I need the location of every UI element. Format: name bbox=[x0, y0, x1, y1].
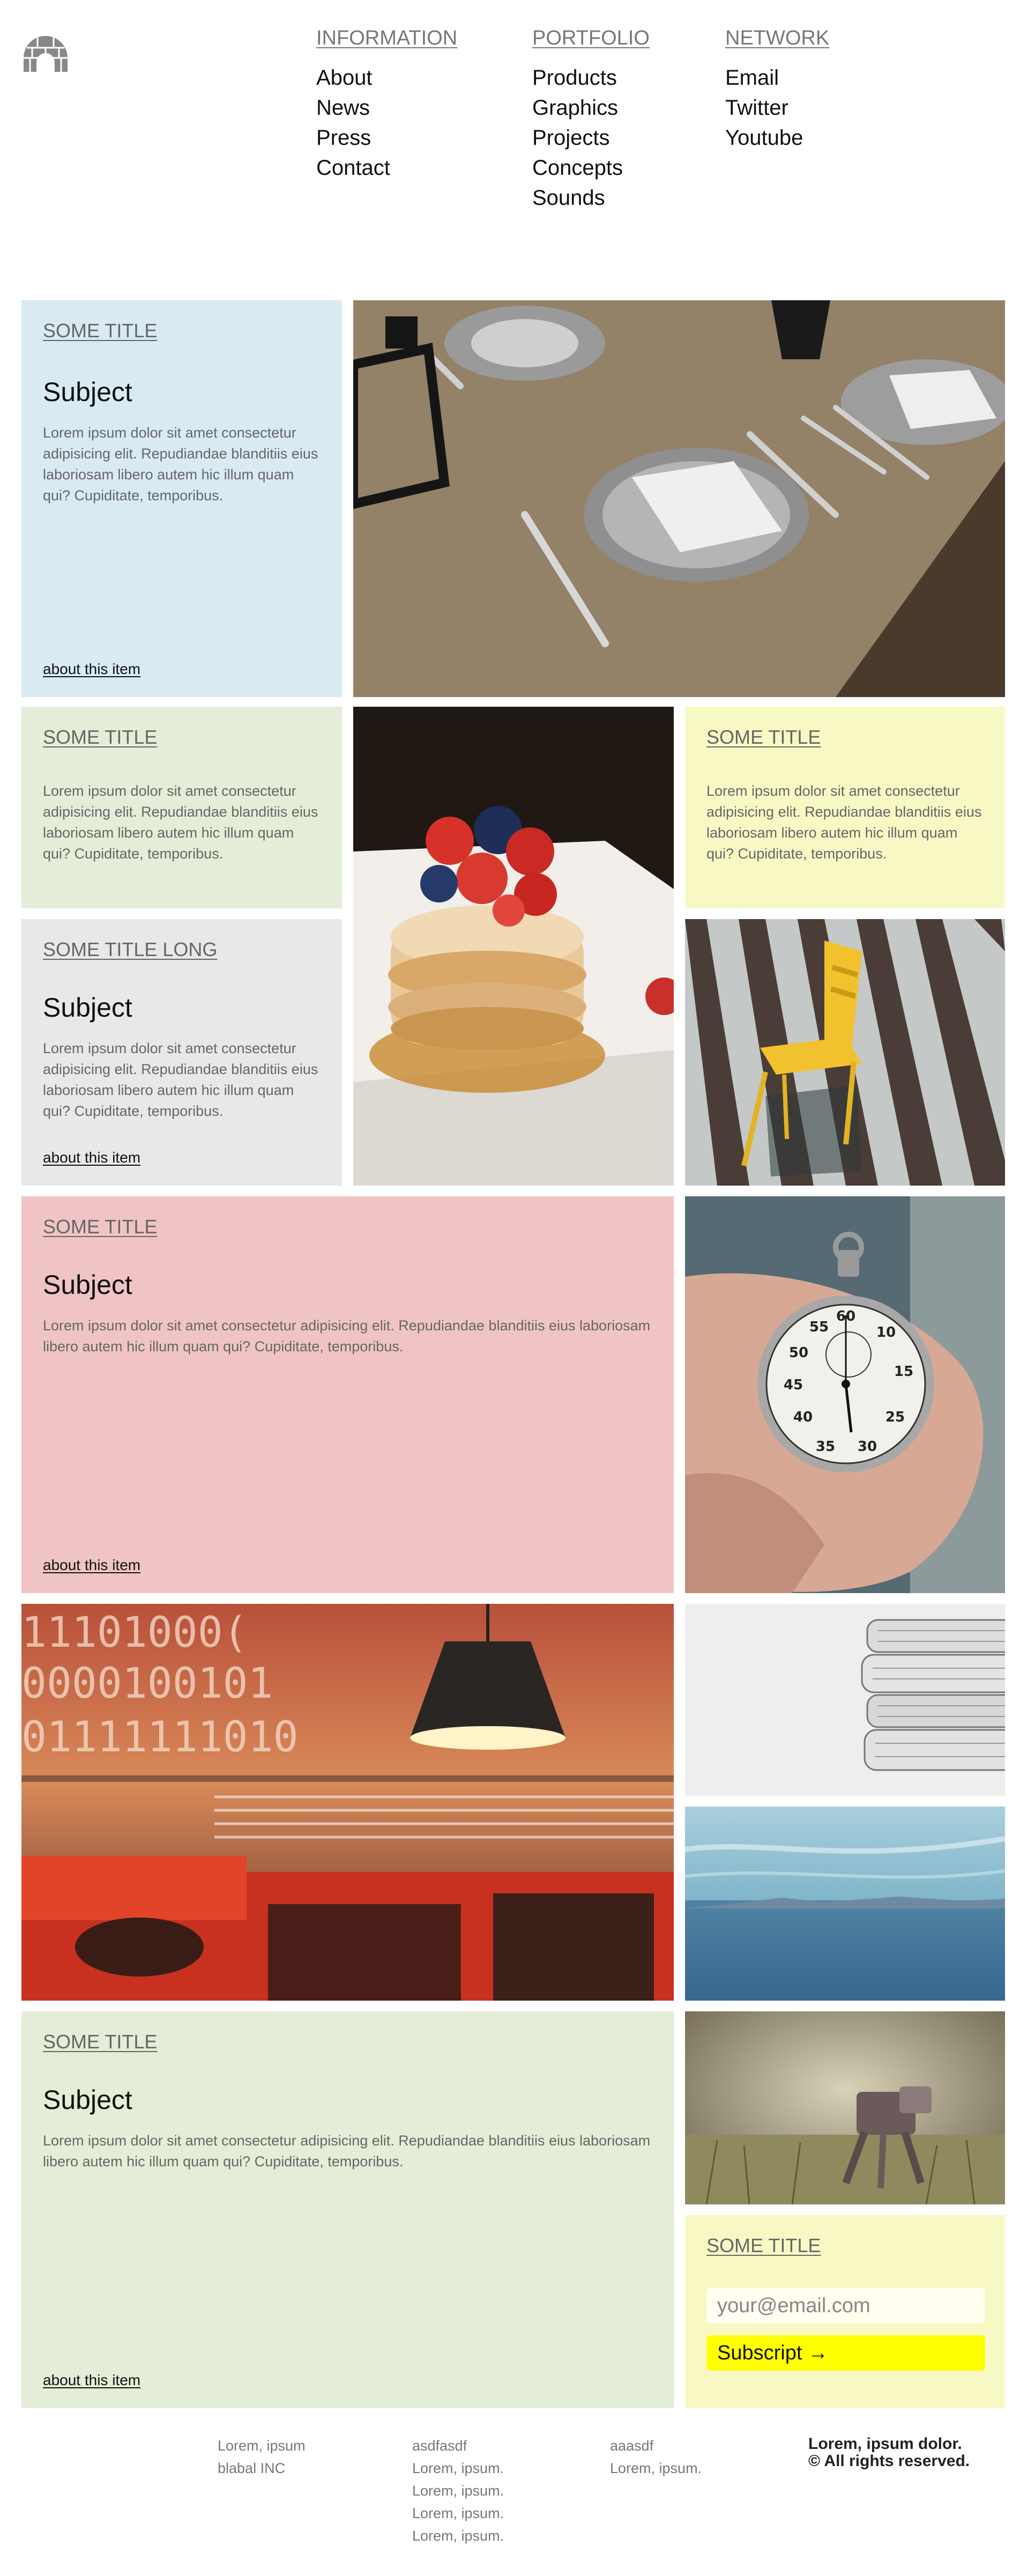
subscribe-card: SOME TITLE Subscript → bbox=[685, 2215, 1005, 2408]
footer-text: asdfasdf bbox=[412, 2438, 467, 2454]
card-grey: SOME TITLE LONG Subject Lorem ipsum dolo… bbox=[21, 919, 342, 1186]
footer-text: Lorem, ipsum bbox=[218, 2438, 306, 2454]
svg-text:45: 45 bbox=[784, 1377, 803, 1393]
subscribe-button[interactable]: Subscript → bbox=[706, 2335, 985, 2371]
nav-link-graphics[interactable]: Graphics bbox=[532, 93, 650, 123]
nav-link-about[interactable]: About bbox=[316, 63, 457, 93]
card-yellow: SOME TITLE Lorem ipsum dolor sit amet co… bbox=[685, 707, 1005, 908]
nav-link-news[interactable]: News bbox=[316, 93, 457, 123]
nav-column-portfolio: PORTFOLIO Products Graphics Projects Con… bbox=[532, 27, 650, 213]
card-body-text: Lorem ipsum dolor sit amet consectetur a… bbox=[43, 2133, 651, 2170]
footer-text: blabal INC bbox=[218, 2460, 286, 2476]
igloo-logo-icon[interactable] bbox=[21, 33, 70, 74]
nav-link-projects[interactable]: Projects bbox=[532, 123, 650, 153]
svg-text:01111111010: 01111111010 bbox=[21, 1713, 299, 1761]
svg-text:40: 40 bbox=[793, 1409, 813, 1425]
nav-link-press[interactable]: Press bbox=[316, 123, 457, 153]
nav-heading-portfolio[interactable]: PORTFOLIO bbox=[532, 27, 650, 50]
about-item-link[interactable]: about this item bbox=[43, 1557, 140, 1574]
stopwatch-photo[interactable]: 60 10 15 25 30 35 40 45 50 55 bbox=[685, 1196, 1005, 1593]
card-body-text: Lorem ipsum dolor sit amet consectetur a… bbox=[43, 1040, 318, 1119]
card-title[interactable]: SOME TITLE bbox=[43, 1216, 652, 1238]
copyright-line: Lorem, ipsum dolor. bbox=[808, 2435, 962, 2453]
nav-link-concepts[interactable]: Concepts bbox=[532, 153, 650, 183]
card-subject: Subject bbox=[43, 993, 132, 1023]
yellow-chair-photo[interactable] bbox=[685, 919, 1005, 1186]
card-subject: Subject bbox=[43, 1270, 132, 1300]
card-green-wide: SOME TITLE Subject Lorem ipsum dolor sit… bbox=[21, 2011, 674, 2408]
sky-horizon-photo[interactable] bbox=[685, 1807, 1005, 2001]
lamp-binary-photo[interactable]: 11101000( 0000100101 01111111010 bbox=[21, 1604, 674, 2001]
svg-text:30: 30 bbox=[858, 1439, 877, 1455]
svg-text:50: 50 bbox=[789, 1345, 808, 1361]
card-title[interactable]: SOME TITLE bbox=[43, 726, 321, 749]
footer-text: aaasdf bbox=[610, 2438, 654, 2454]
paper-stack-photo[interactable] bbox=[685, 1604, 1005, 1796]
card-title[interactable]: SOME TITLE bbox=[43, 320, 321, 342]
nav-column-information: INFORMATION About News Press Contact bbox=[316, 27, 457, 183]
svg-text:55: 55 bbox=[809, 1319, 829, 1335]
svg-text:35: 35 bbox=[816, 1439, 835, 1455]
card-body-text: Lorem ipsum dolor sit amet consectetur a… bbox=[706, 783, 982, 862]
copyright: Lorem, ipsum dolor. © All rights reserve… bbox=[808, 2436, 970, 2470]
svg-text:11101000(: 11101000( bbox=[21, 1609, 248, 1657]
card-body-text: Lorem ipsum dolor sit amet consectetur a… bbox=[43, 425, 318, 504]
card-title[interactable]: SOME TITLE LONG bbox=[43, 938, 321, 961]
card-subject: Subject bbox=[43, 377, 132, 407]
footer-column-1: Lorem, ipsum blabal INC bbox=[218, 2434, 306, 2479]
nav-heading-network[interactable]: NETWORK bbox=[725, 27, 829, 50]
footer-text: Lorem, ipsum. bbox=[412, 2505, 504, 2521]
footer-text: Lorem, ipsum. bbox=[610, 2460, 702, 2476]
pancakes-photo[interactable] bbox=[353, 707, 674, 1186]
email-input[interactable] bbox=[706, 2288, 985, 2323]
svg-text:25: 25 bbox=[885, 1409, 905, 1425]
footer-text: Lorem, ipsum. bbox=[412, 2528, 504, 2544]
subscribe-title[interactable]: SOME TITLE bbox=[706, 2234, 984, 2257]
dining-table-photo[interactable] bbox=[353, 300, 1005, 697]
footer-column-3: aaasdf Lorem, ipsum. bbox=[610, 2434, 702, 2479]
nav-link-products[interactable]: Products bbox=[532, 63, 650, 93]
card-title[interactable]: SOME TITLE bbox=[706, 726, 984, 749]
card-body-text: Lorem ipsum dolor sit amet consectetur a… bbox=[43, 1317, 651, 1354]
about-item-link[interactable]: about this item bbox=[43, 2372, 140, 2389]
svg-text:60: 60 bbox=[836, 1308, 855, 1324]
footer-column-2: asdfasdf Lorem, ipsum. Lorem, ipsum. Lor… bbox=[412, 2434, 504, 2547]
nav-link-sounds[interactable]: Sounds bbox=[532, 183, 650, 213]
footer-text: Lorem, ipsum. bbox=[412, 2483, 504, 2499]
about-item-link[interactable]: about this item bbox=[43, 1149, 140, 1166]
nav-column-network: NETWORK Email Twitter Youtube bbox=[725, 27, 829, 153]
card-title[interactable]: SOME TITLE bbox=[43, 2031, 652, 2053]
card-pink: SOME TITLE Subject Lorem ipsum dolor sit… bbox=[21, 1196, 674, 1593]
card-green: SOME TITLE Lorem ipsum dolor sit amet co… bbox=[21, 707, 342, 908]
copyright-line: © All rights reserved. bbox=[808, 2452, 970, 2470]
card-blue: SOME TITLE Subject Lorem ipsum dolor sit… bbox=[21, 300, 342, 697]
nav-heading-information[interactable]: INFORMATION bbox=[316, 27, 457, 50]
svg-text:15: 15 bbox=[894, 1364, 913, 1380]
nav-link-youtube[interactable]: Youtube bbox=[725, 123, 829, 153]
footer-text: Lorem, ipsum. bbox=[412, 2460, 504, 2476]
svg-text:0000100101: 0000100101 bbox=[21, 1660, 273, 1708]
nav-link-twitter[interactable]: Twitter bbox=[725, 93, 829, 123]
card-subject: Subject bbox=[43, 2085, 132, 2115]
svg-text:10: 10 bbox=[876, 1324, 896, 1341]
nav-link-contact[interactable]: Contact bbox=[316, 153, 457, 183]
about-item-link[interactable]: about this item bbox=[43, 661, 140, 678]
toy-robot-photo[interactable] bbox=[685, 2011, 1005, 2204]
nav-link-email[interactable]: Email bbox=[725, 63, 829, 93]
card-body-text: Lorem ipsum dolor sit amet consectetur a… bbox=[43, 783, 318, 862]
